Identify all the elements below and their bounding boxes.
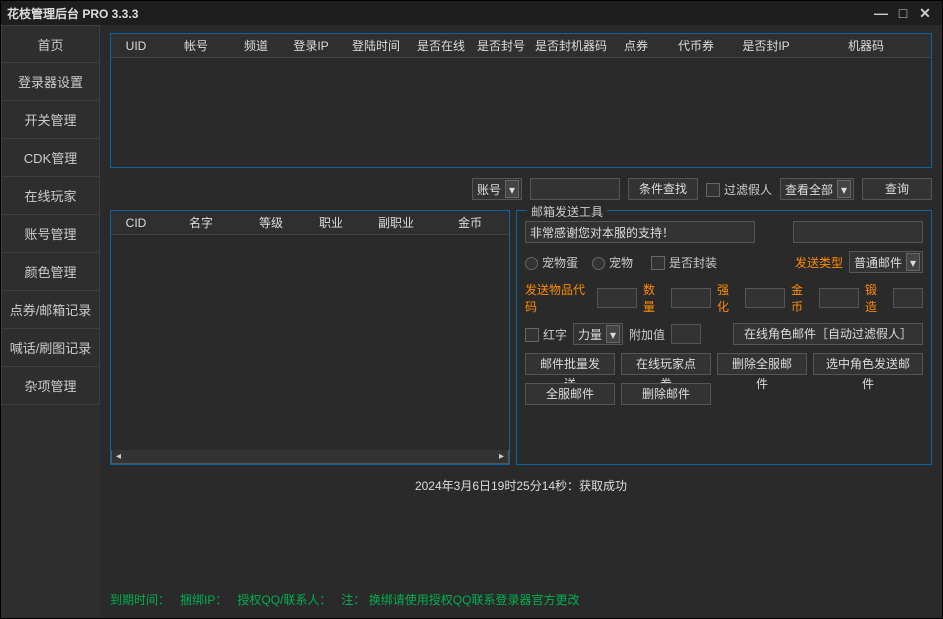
th-channel: 频道 bbox=[231, 37, 281, 54]
field-select[interactable]: 账号 ▾ bbox=[472, 178, 522, 200]
search-row: 账号 ▾ 条件查找 过滤假人 查看全部 ▾ 查询 bbox=[110, 174, 932, 204]
thanks-input[interactable] bbox=[525, 221, 755, 243]
sidebar-item-home[interactable]: 首页 bbox=[1, 25, 100, 63]
pet-radio[interactable]: 宠物 bbox=[592, 254, 633, 271]
selected-send-button[interactable]: 选中角色发送邮件 bbox=[813, 353, 923, 375]
sidebar-item-cdk[interactable]: CDK管理 bbox=[1, 139, 100, 177]
sealed-check[interactable]: 是否封装 bbox=[651, 254, 717, 271]
sidebar-item-account[interactable]: 账号管理 bbox=[1, 215, 100, 253]
h-scrollbar[interactable]: ◂ ▸ bbox=[111, 450, 509, 464]
top-table: UID 帐号 频道 登录IP 登陆时间 是否在线 是否封号 是否封机器码 点券 … bbox=[110, 33, 932, 168]
top-table-header: UID 帐号 频道 登录IP 登陆时间 是否在线 是否封号 是否封机器码 点券 … bbox=[111, 34, 931, 58]
extra-input[interactable] bbox=[793, 221, 923, 243]
chevron-down-icon: ▾ bbox=[837, 180, 851, 198]
online-points-button[interactable]: 在线玩家点券 bbox=[621, 353, 711, 375]
item-code-label: 发送物品代码 bbox=[525, 281, 591, 315]
sidebar: 首页 登录器设置 开关管理 CDK管理 在线玩家 账号管理 颜色管理 点券/邮箱… bbox=[1, 25, 100, 618]
footer-expire: 到期时间： bbox=[110, 593, 170, 607]
qty-input[interactable] bbox=[671, 288, 711, 308]
bonus-input[interactable] bbox=[671, 324, 701, 344]
th-ban-hwid: 是否封机器码 bbox=[531, 37, 611, 54]
query-button[interactable]: 查询 bbox=[862, 178, 932, 200]
th-online: 是否在线 bbox=[411, 37, 471, 54]
filter-fake-check[interactable]: 过滤假人 bbox=[706, 181, 772, 198]
footer-note: 换绑请使用授权QQ联系登录器官方更改 bbox=[369, 593, 580, 607]
sidebar-item-color[interactable]: 颜色管理 bbox=[1, 253, 100, 291]
footer-auth: 授权QQ/联系人： bbox=[237, 593, 331, 607]
char-table: CID 名字 等级 职业 副职业 金币 ◂ ▸ bbox=[110, 210, 510, 465]
footer-bindip: 捆绑IP： bbox=[180, 593, 227, 607]
th-account: 帐号 bbox=[161, 37, 231, 54]
mail-tool-group: 邮箱发送工具 宠物蛋 宠物 是否封装 发送类型 普通邮件 bbox=[516, 210, 932, 465]
top-table-body[interactable] bbox=[111, 58, 931, 167]
sidebar-item-online[interactable]: 在线玩家 bbox=[1, 177, 100, 215]
send-type-select[interactable]: 普通邮件 ▾ bbox=[849, 251, 923, 273]
th-hwid: 机器码 bbox=[801, 37, 931, 54]
red-text-check[interactable]: 红字 bbox=[525, 326, 567, 343]
titlebar: 花枝管理后台 PRO 3.3.3 — □ ✕ bbox=[1, 1, 942, 25]
chevron-down-icon: ▾ bbox=[906, 253, 920, 271]
sidebar-item-login[interactable]: 登录器设置 bbox=[1, 63, 100, 101]
th-uid: UID bbox=[111, 39, 161, 53]
scroll-left-icon[interactable]: ◂ bbox=[116, 451, 121, 462]
sidebar-item-points[interactable]: 点券/邮箱记录 bbox=[1, 291, 100, 329]
delete-mail-button[interactable]: 删除邮件 bbox=[621, 383, 711, 405]
status-line: 2024年3月6日19时25分14秒：获取成功 bbox=[110, 471, 932, 500]
minimize-button[interactable]: — bbox=[870, 5, 892, 21]
th-job: 职业 bbox=[301, 214, 361, 231]
th-points: 点券 bbox=[611, 37, 661, 54]
chevron-down-icon: ▾ bbox=[606, 325, 620, 343]
gold-label: 金币 bbox=[791, 281, 813, 315]
item-code-input[interactable] bbox=[597, 288, 637, 308]
view-select[interactable]: 查看全部 ▾ bbox=[780, 178, 854, 200]
all-mail-button[interactable]: 全服邮件 bbox=[525, 383, 615, 405]
th-level: 等级 bbox=[241, 214, 301, 231]
delete-all-button[interactable]: 删除全服邮件 bbox=[717, 353, 807, 375]
scroll-right-icon[interactable]: ▸ bbox=[499, 451, 504, 462]
sidebar-item-switch[interactable]: 开关管理 bbox=[1, 101, 100, 139]
close-button[interactable]: ✕ bbox=[914, 5, 936, 22]
th-subjob: 副职业 bbox=[361, 214, 431, 231]
th-cid: CID bbox=[111, 216, 161, 230]
th-login-ip: 登录IP bbox=[281, 37, 341, 54]
group-title: 邮箱发送工具 bbox=[527, 203, 607, 220]
footer-note-label: 注： bbox=[341, 593, 365, 607]
qty-label: 数量 bbox=[643, 281, 665, 315]
maximize-button[interactable]: □ bbox=[892, 5, 914, 21]
send-type-label: 发送类型 bbox=[795, 254, 843, 271]
sidebar-item-misc[interactable]: 杂项管理 bbox=[1, 367, 100, 405]
online-auto-button[interactable]: 在线角色邮件［自动过滤假人］ bbox=[733, 323, 923, 345]
gold-input[interactable] bbox=[819, 288, 859, 308]
power-select[interactable]: 力量 ▾ bbox=[573, 323, 623, 345]
sidebar-item-shout[interactable]: 喊话/刷图记录 bbox=[1, 329, 100, 367]
enhance-label: 强化 bbox=[717, 281, 739, 315]
char-table-header: CID 名字 等级 职业 副职业 金币 bbox=[111, 211, 509, 235]
th-gold: 金币 bbox=[431, 214, 509, 231]
batch-send-button[interactable]: 邮件批量发送 bbox=[525, 353, 615, 375]
th-login-time: 登陆时间 bbox=[341, 37, 411, 54]
th-name: 名字 bbox=[161, 214, 241, 231]
condition-search-button[interactable]: 条件查找 bbox=[628, 178, 698, 200]
forge-label: 锻造 bbox=[865, 281, 887, 315]
window-title: 花枝管理后台 PRO 3.3.3 bbox=[7, 5, 870, 22]
search-value-input[interactable] bbox=[530, 178, 620, 200]
pet-egg-radio[interactable]: 宠物蛋 bbox=[525, 254, 578, 271]
th-banned: 是否封号 bbox=[471, 37, 531, 54]
char-table-body[interactable] bbox=[111, 235, 509, 450]
enhance-input[interactable] bbox=[745, 288, 785, 308]
th-ban-ip: 是否封IP bbox=[731, 37, 801, 54]
footer: 到期时间： 捆绑IP： 授权QQ/联系人： 注： 换绑请使用授权QQ联系登录器官… bbox=[110, 587, 932, 614]
forge-input[interactable] bbox=[893, 288, 923, 308]
chevron-down-icon: ▾ bbox=[505, 180, 519, 198]
bonus-label: 附加值 bbox=[629, 326, 665, 343]
th-tokens: 代币券 bbox=[661, 37, 731, 54]
